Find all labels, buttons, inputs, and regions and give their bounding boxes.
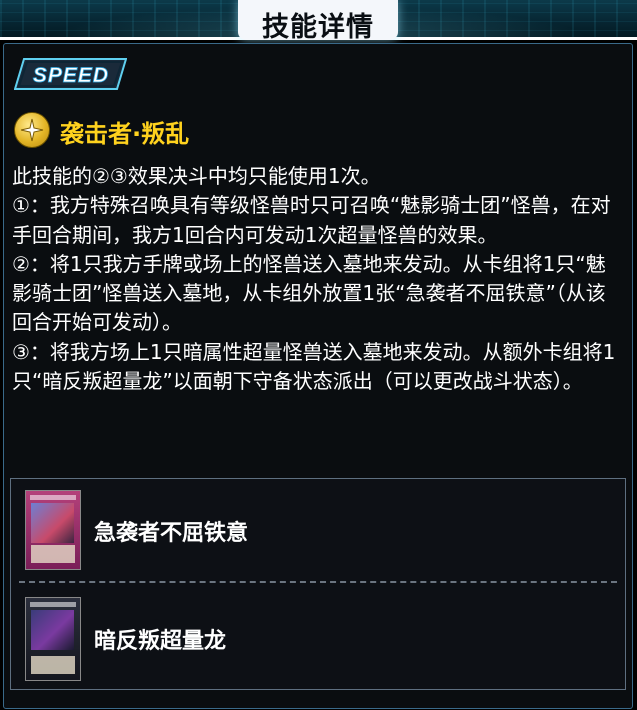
card-name: 急袭者不屈铁意	[94, 521, 249, 546]
description-line: ②：将1只我方手牌或场上的怪兽送入墓地来发动。从卡组将1只“魅影骑士团”怪兽送入…	[12, 251, 606, 335]
star-icon	[14, 112, 50, 148]
skill-name: 袭击者·叛乱	[60, 120, 190, 148]
title-plate: 技能详情	[238, 0, 398, 43]
card-row-raid-raptors-rebellion[interactable]: 急袭者不屈铁意	[11, 479, 625, 579]
speed-badge: SPEED	[14, 58, 127, 90]
page-title: 技能详情	[262, 12, 374, 43]
trap-card-thumbnail[interactable]	[25, 490, 81, 570]
description-line: 此技能的②③效果决斗中均只能使用1次。	[12, 164, 381, 188]
card-name: 暗反叛超量龙	[94, 629, 227, 654]
related-cards-list: 急袭者不屈铁意 暗反叛超量龙	[10, 478, 626, 690]
description-line: ③：将我方场上1只暗属性超量怪兽送入墓地来发动。从额外卡组将1只“暗反叛超量龙”…	[12, 339, 616, 394]
skill-description: 此技能的②③效果决斗中均只能使用1次。 ①：我方特殊召唤具有等级怪兽时只可召唤“…	[12, 162, 624, 396]
description-line: ①：我方特殊召唤具有等级怪兽时只可召唤“魅影骑士团”怪兽，在对手回合期间，我方1…	[12, 193, 611, 247]
xyz-card-thumbnail[interactable]	[25, 597, 81, 681]
card-row-dark-rebellion-xyz-dragon[interactable]: 暗反叛超量龙	[11, 583, 625, 683]
svg-text:SPEED: SPEED	[33, 64, 109, 87]
